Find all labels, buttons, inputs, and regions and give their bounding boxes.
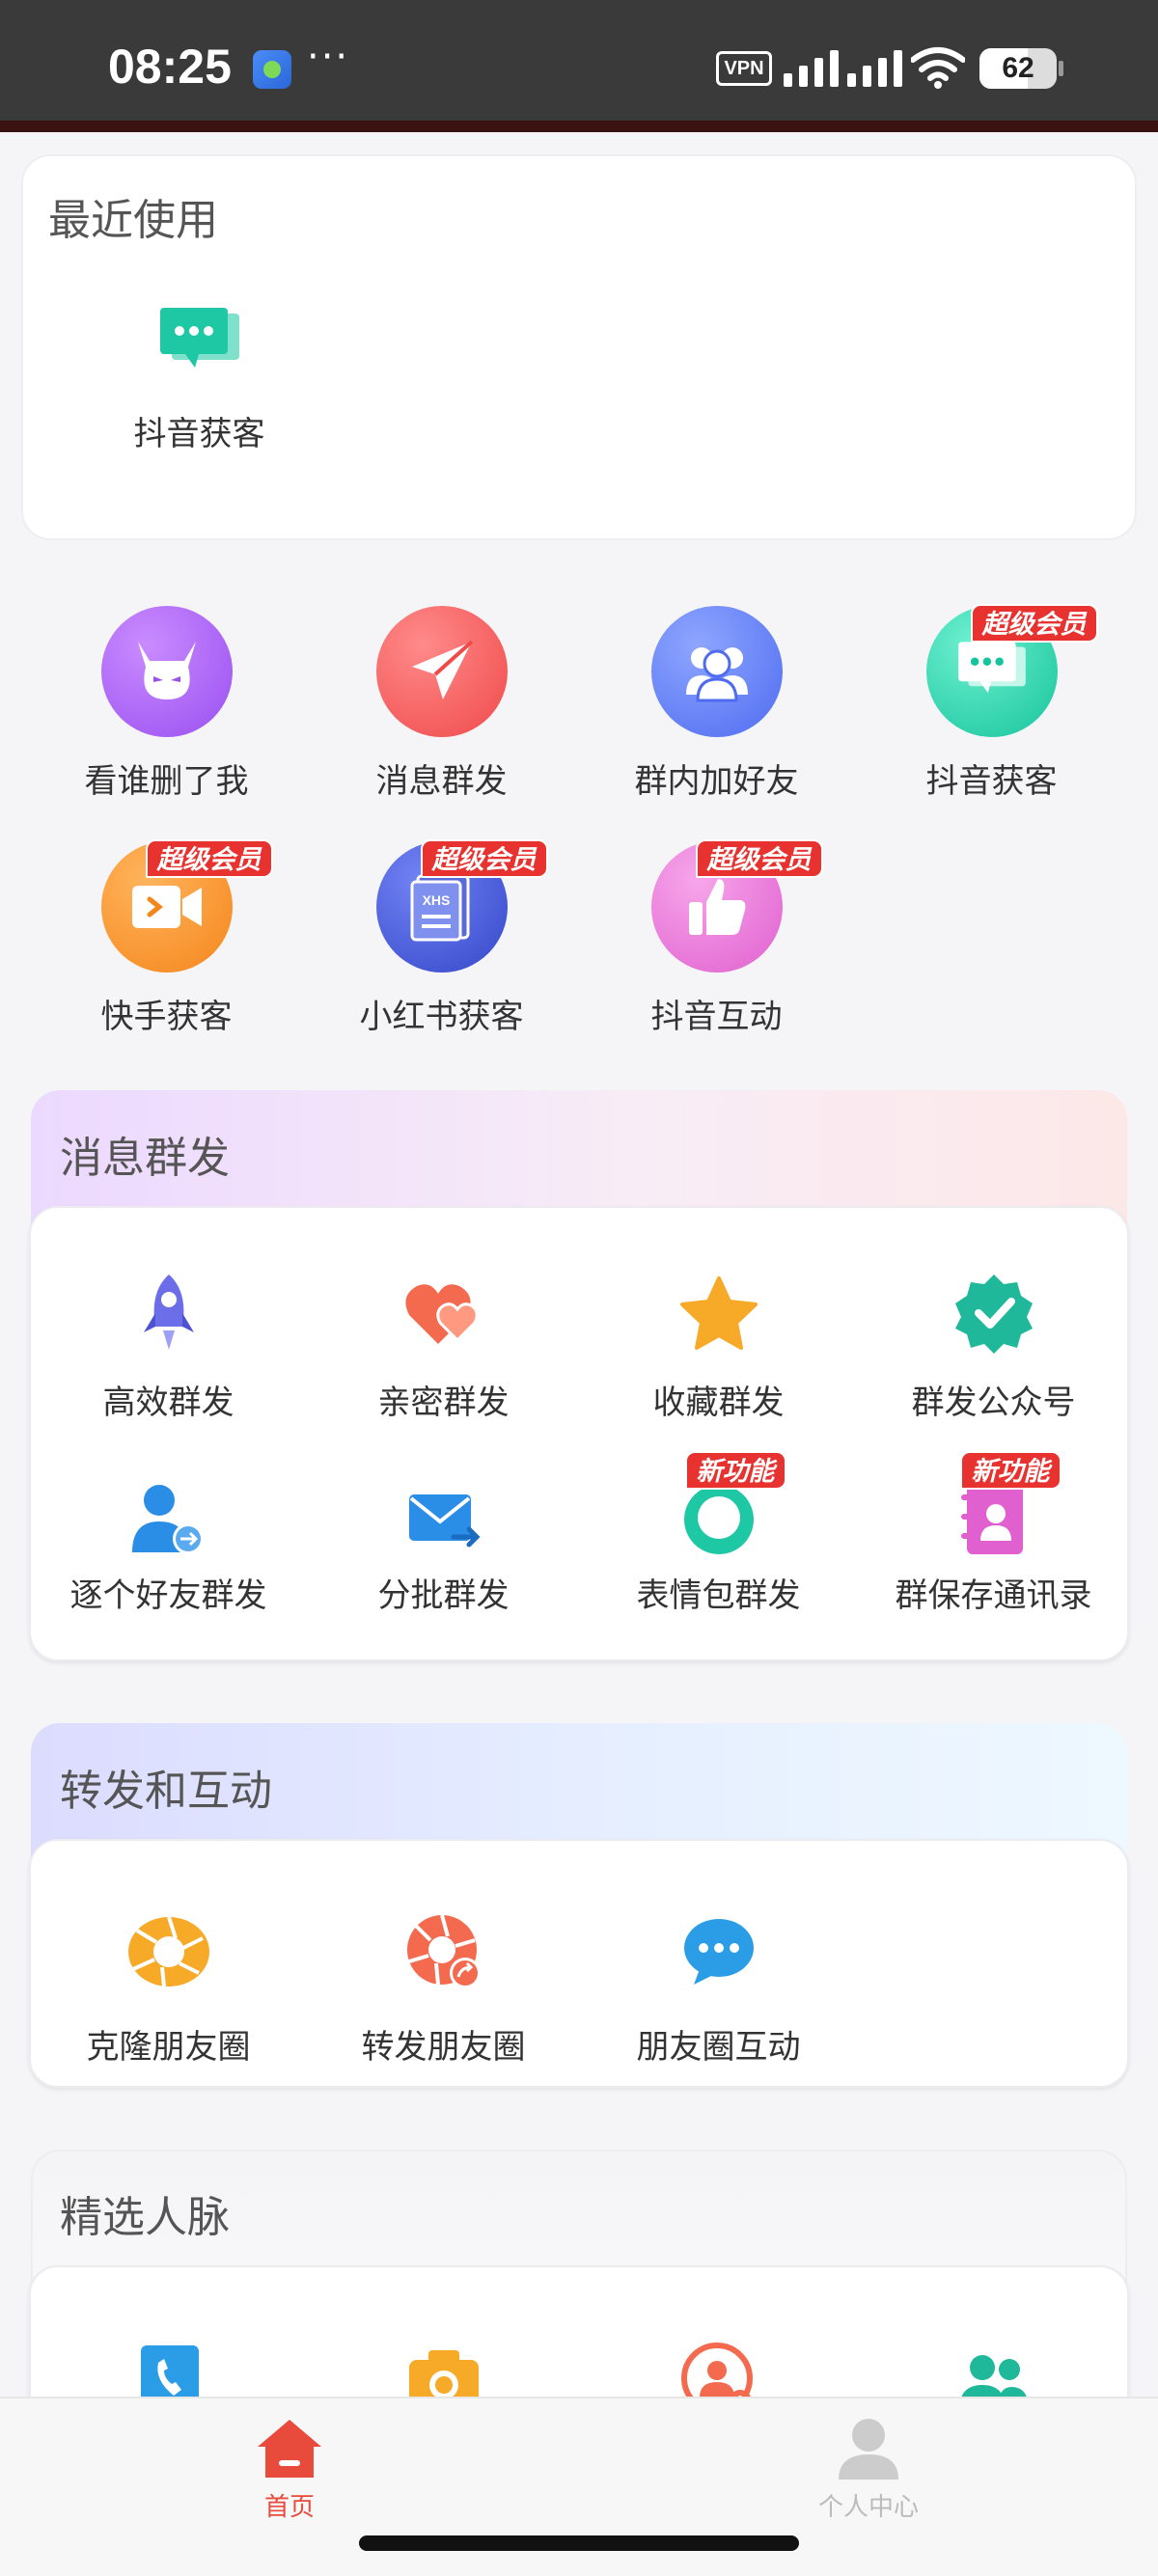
feature-label: 小红书获客 xyxy=(359,998,524,1036)
thumbs-up-icon xyxy=(688,879,745,935)
forward-panel: 克隆朋友圈 转发朋友圈 朋友圈互动 xyxy=(29,1839,1129,2088)
feature-group-add-friend[interactable]: 群内加好友 xyxy=(579,606,854,802)
mass-label: 群发公众号 xyxy=(911,1384,1076,1422)
nav-profile[interactable]: 个人中心 xyxy=(772,2416,965,2523)
forward-clone-moments[interactable]: 克隆朋友圈 xyxy=(31,1908,306,2068)
more-notifications-icon: ··· xyxy=(307,35,350,79)
feature-label: 快手获客 xyxy=(100,998,233,1036)
battery-icon: 62 xyxy=(979,48,1057,89)
feature-xiaohongshu-leads[interactable]: XHS 超级会员 小红书获客 xyxy=(304,839,579,1037)
nav-home-label: 首页 xyxy=(263,2493,315,2522)
chat-bubbles-icon xyxy=(957,642,1026,694)
feature-kuaishou-leads[interactable]: 超级会员 快手获客 xyxy=(29,839,304,1037)
mass-intimate[interactable]: 亲密群发 xyxy=(306,1270,581,1423)
nav-home[interactable]: 首页 xyxy=(193,2418,386,2523)
mass-batch[interactable]: 分批群发 xyxy=(306,1476,581,1616)
paper-plane-icon xyxy=(411,640,473,699)
recent-item-douyin[interactable]: 抖音获客 xyxy=(62,299,337,454)
mass-label: 收藏群发 xyxy=(652,1384,785,1422)
feature-label: 抖音获客 xyxy=(925,762,1058,801)
mass-sticker[interactable]: 新功能 表情包群发 xyxy=(581,1451,856,1616)
signal-icon xyxy=(784,48,902,87)
xhs-text: XHS xyxy=(422,892,450,908)
vpn-icon: VPN xyxy=(716,51,772,86)
new-feature-badge: 新功能 xyxy=(959,1451,1062,1490)
home-indicator[interactable] xyxy=(359,2535,799,2551)
mass-favorites[interactable]: 收藏群发 xyxy=(581,1270,856,1423)
group-users-icon xyxy=(685,647,748,702)
aperture-share-icon xyxy=(406,1914,481,1988)
mass-label: 群保存通讯录 xyxy=(895,1576,1092,1615)
feature-label: 消息群发 xyxy=(375,762,508,801)
chat-dots-icon xyxy=(683,1919,754,1985)
forward-title: 转发和互动 xyxy=(60,1767,272,1816)
feature-mass-message[interactable]: 消息群发 xyxy=(304,606,579,802)
user-profile-icon xyxy=(839,2419,898,2480)
verified-badge-icon xyxy=(954,1274,1033,1354)
feature-label: 抖音互动 xyxy=(650,998,783,1036)
video-camera-icon xyxy=(131,886,202,928)
mass-label: 表情包群发 xyxy=(636,1576,801,1615)
mass-label: 亲密群发 xyxy=(377,1384,510,1422)
app-notification-icon xyxy=(253,50,291,89)
xhs-book-icon: XHS xyxy=(410,874,469,942)
mass-label: 分批群发 xyxy=(377,1576,510,1615)
aperture-icon xyxy=(127,1916,209,1987)
mass-label: 高效群发 xyxy=(102,1384,234,1422)
mass-label: 逐个好友群发 xyxy=(69,1576,267,1615)
wifi-icon xyxy=(911,47,965,89)
battery-tip xyxy=(1059,61,1063,76)
user-arrow-icon xyxy=(131,1485,204,1554)
contacts-title: 精选人脉 xyxy=(60,2193,230,2242)
mail-forward-icon xyxy=(408,1494,481,1548)
new-feature-badge: 新功能 xyxy=(684,1451,786,1490)
home-icon xyxy=(258,2420,321,2478)
feature-label: 看谁删了我 xyxy=(84,762,249,801)
header-strip xyxy=(0,121,1158,132)
recent-item-label: 抖音获客 xyxy=(133,415,265,453)
super-vip-badge: 超级会员 xyxy=(695,839,823,878)
hearts-icon xyxy=(404,1284,479,1344)
mass-one-by-one[interactable]: 逐个好友群发 xyxy=(31,1476,306,1616)
rocket-icon xyxy=(143,1274,194,1350)
super-vip-badge: 超级会员 xyxy=(970,604,1098,643)
mass-message-panel: 高效群发 亲密群发 收藏群发 群发公众号 逐个好友群发 分批群发 新功能 表情包… xyxy=(29,1206,1129,1661)
super-vip-badge: 超级会员 xyxy=(420,839,548,878)
recent-title: 最近使用 xyxy=(48,196,218,245)
devil-face-icon xyxy=(137,642,196,699)
feature-who-deleted-me[interactable]: 看谁删了我 xyxy=(29,606,304,802)
forward-moments-interaction[interactable]: 朋友圈互动 xyxy=(581,1908,856,2068)
mass-message-title: 消息群发 xyxy=(60,1134,230,1183)
feature-label: 群内加好友 xyxy=(634,762,799,801)
forward-label: 克隆朋友圈 xyxy=(86,2028,251,2067)
mass-save-contacts[interactable]: 新功能 群保存通讯录 xyxy=(856,1451,1131,1616)
star-icon xyxy=(679,1276,758,1350)
nav-profile-label: 个人中心 xyxy=(817,2493,919,2522)
feature-douyin-leads[interactable]: 超级会员 抖音获客 xyxy=(854,604,1129,802)
feature-douyin-interaction[interactable]: 超级会员 抖音互动 xyxy=(579,839,854,1037)
forward-label: 朋友圈互动 xyxy=(636,2028,801,2067)
recent-card: 最近使用 抖音获客 xyxy=(21,154,1137,540)
forward-share-moments[interactable]: 转发朋友圈 xyxy=(306,1908,581,2068)
super-vip-badge: 超级会员 xyxy=(145,839,273,878)
status-time: 08:25 xyxy=(108,40,232,94)
mass-efficient[interactable]: 高效群发 xyxy=(31,1270,306,1423)
status-bar: 08:25 ··· VPN 62 xyxy=(0,0,1158,121)
chat-bubbles-icon xyxy=(159,308,239,368)
mass-official-account[interactable]: 群发公众号 xyxy=(856,1270,1131,1423)
forward-label: 转发朋友圈 xyxy=(361,2028,526,2067)
